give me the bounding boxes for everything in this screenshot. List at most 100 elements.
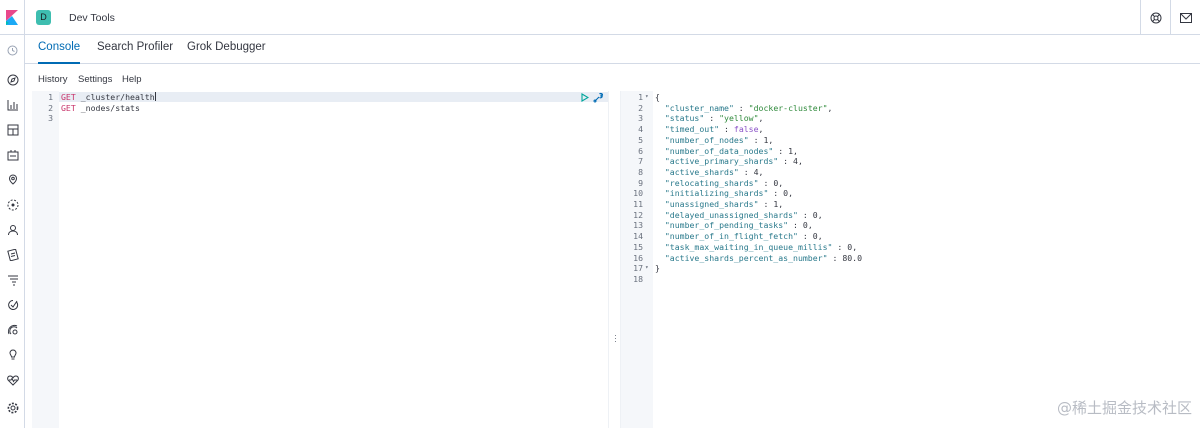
json-line: "relocating_shards" : 0,: [655, 178, 783, 188]
json-comma: ,: [827, 102, 833, 113]
response-gutter: 1 ▾ 2 3 4 5 6 7 8 9 10 11 12 13 14 15 16 17 ▾ 18: [621, 91, 653, 428]
kibana-logo-icon: [6, 10, 18, 25]
console-toolbar: History Settings Help: [25, 64, 1200, 91]
json-comma: ,: [778, 199, 784, 209]
management-gear-icon[interactable]: [6, 401, 19, 414]
line-number: 8: [638, 166, 643, 177]
space-avatar[interactable]: D: [36, 10, 51, 25]
json-separator: :: [704, 113, 720, 124]
line-number: 2: [48, 102, 53, 113]
json-key: "number_of_pending_tasks": [664, 220, 789, 231]
mail-icon[interactable]: [1170, 0, 1200, 35]
request-editor[interactable]: 123 GET _cluster/health GET _nodes/stats: [32, 91, 608, 428]
visualize-icon[interactable]: [6, 98, 19, 111]
json-separator: :: [827, 252, 843, 263]
line-number: 2: [638, 102, 643, 113]
json-separator: :: [738, 166, 754, 177]
settings-link[interactable]: Settings: [78, 74, 112, 85]
maps-icon[interactable]: [6, 173, 19, 186]
json-separator: :: [832, 241, 848, 252]
json-value: "yellow": [719, 113, 759, 124]
request-path: _nodes/stats: [75, 102, 140, 113]
json-separator: :: [719, 124, 734, 135]
json-key: "task_max_waiting_in_queue_millis": [664, 241, 833, 252]
kibana-logo[interactable]: [0, 0, 25, 35]
machine-learning-icon[interactable]: [6, 198, 19, 211]
logs-icon[interactable]: [6, 248, 19, 261]
watermark: @稀土掘金技术社区: [1056, 399, 1192, 417]
fold-toggle-icon[interactable]: ▾: [645, 264, 649, 271]
siem-icon[interactable]: [6, 323, 19, 336]
uptime-icon[interactable]: [6, 298, 19, 311]
tab-search-profiler[interactable]: Search Profiler: [97, 41, 173, 64]
json-comma: ,: [788, 188, 794, 199]
apm-icon[interactable]: [6, 273, 19, 286]
json-line: "initializing_shards" : 0,: [655, 188, 793, 198]
help-link[interactable]: Help: [122, 74, 142, 85]
json-key: "number_of_data_nodes": [664, 145, 774, 156]
json-comma: ,: [817, 231, 823, 242]
infrastructure-icon[interactable]: [6, 223, 19, 236]
recently-viewed-icon[interactable]: [6, 44, 19, 57]
json-separator: :: [797, 231, 813, 242]
json-comma: ,: [758, 124, 764, 135]
json-key: "number_of_nodes": [664, 134, 749, 145]
json-line: {: [655, 92, 660, 102]
line-number: 1: [48, 92, 53, 102]
fold-toggle-icon[interactable]: ▾: [645, 93, 649, 100]
json-key: "status": [664, 113, 705, 124]
json-separator: :: [768, 188, 784, 199]
history-link[interactable]: History: [38, 74, 68, 85]
line-number: 3: [48, 113, 53, 124]
pane-resizer[interactable]: · · ·: [608, 91, 621, 428]
line-number: 13: [633, 220, 643, 231]
json-value: "docker-cluster": [748, 102, 828, 113]
drag-handle-icon[interactable]: · · ·: [614, 331, 617, 346]
json-line: "active_primary_shards" : 4,: [655, 156, 803, 166]
text-cursor: [154, 92, 156, 101]
line-number: 18: [633, 273, 643, 284]
json-line: "delayed_unassigned_shards" : 0,: [655, 210, 823, 220]
top-header: D Dev Tools: [0, 0, 1200, 35]
json-key: "unassigned_shards": [664, 199, 759, 209]
json-key: "relocating_shards": [664, 177, 759, 188]
canvas-icon[interactable]: [6, 148, 19, 161]
discover-icon[interactable]: [6, 73, 19, 86]
code-line[interactable]: GET _nodes/stats: [61, 103, 140, 113]
breadcrumb-app-title[interactable]: Dev Tools: [69, 12, 115, 24]
json-separator: :: [758, 177, 774, 188]
json-separator: :: [788, 220, 803, 231]
tab-console[interactable]: Console: [38, 41, 81, 64]
json-comma: ,: [758, 113, 764, 124]
http-method: GET: [61, 102, 76, 113]
code-line[interactable]: GET _cluster/health: [61, 92, 156, 102]
monitoring-icon[interactable]: [6, 373, 19, 386]
json-line: "status" : "yellow",: [655, 113, 764, 124]
dashboard-icon[interactable]: [6, 123, 19, 136]
line-number: 14: [633, 231, 643, 242]
line-number: 11: [633, 199, 643, 209]
run-request-icon[interactable]: [581, 93, 589, 102]
help-icon[interactable]: [1140, 0, 1170, 35]
json-value: false: [733, 124, 759, 135]
tab-grok-debugger[interactable]: Grok Debugger: [187, 41, 266, 64]
json-brace: {: [655, 92, 660, 102]
response-editor[interactable]: 1 ▾ 2 3 4 5 6 7 8 9 10 11 12 13 14 15 16 17 ▾ 18 { "cluster…: [621, 91, 1200, 428]
line-number: 9: [638, 177, 643, 188]
json-key: "timed_out": [664, 124, 720, 135]
json-line: "unassigned_shards" : 1,: [655, 199, 783, 209]
dev-tools-icon[interactable]: [6, 348, 19, 361]
request-path: _cluster/health: [75, 92, 155, 102]
json-separator: :: [797, 209, 813, 220]
json-comma: ,: [768, 134, 774, 145]
wrench-icon[interactable]: [593, 92, 604, 103]
json-key: "active_shards": [664, 166, 739, 177]
